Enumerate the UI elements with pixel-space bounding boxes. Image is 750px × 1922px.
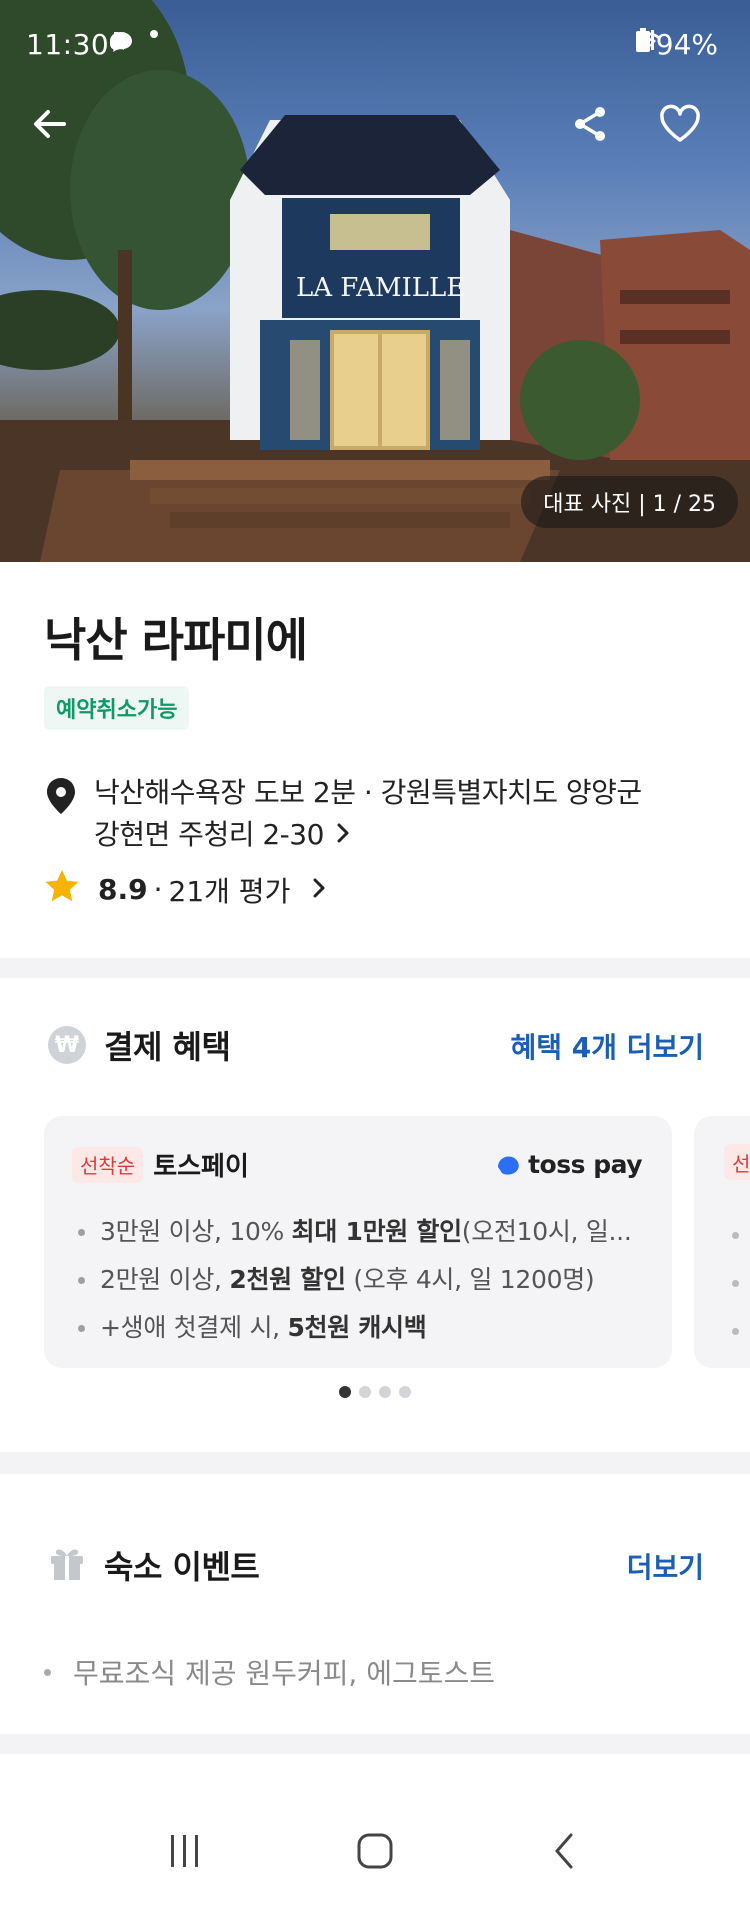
photo-counter[interactable]: 대표 사진 | 1 / 25: [521, 476, 738, 528]
listing-title: 낙산 라파미에: [44, 613, 308, 667]
property-events-section: 숙소 이벤트 더보기 무료조식 제공 원두커피, 에그토스트: [0, 1474, 750, 1734]
section-divider: [0, 1452, 750, 1474]
star-icon: [44, 868, 80, 911]
favorite-button[interactable]: [658, 104, 718, 164]
carousel-pagination: [0, 1386, 750, 1398]
section-title: 숙소 이벤트: [104, 1548, 260, 1586]
chevron-right-icon: [312, 873, 326, 906]
benefit-item: 3만원 이상, 10% 최대 1만원 할인(오전10시, 일...: [72, 1208, 652, 1256]
recent-apps-icon: [171, 1835, 198, 1867]
rating-count: 21개 평가: [168, 874, 291, 908]
share-icon: [575, 107, 605, 141]
status-time: 11:30: [26, 28, 110, 61]
first-come-badge: 선: [724, 1144, 750, 1180]
event-item: 무료조식 제공 원두커피, 에그토스트: [44, 1652, 495, 1692]
location-line-2: 강현면 주청리 2-30: [94, 818, 324, 851]
hero-photo[interactable]: LA FAMILLE 11:30 94% 대표 사진 | 1 / 25: [0, 0, 750, 562]
location-line-1: 낙산해수욕장 도보 2분 · 강원특별자치도 양양군: [94, 776, 642, 809]
home-icon: [357, 1833, 393, 1869]
page-dot-active[interactable]: [339, 1386, 351, 1398]
bullet: [732, 1328, 739, 1335]
rating-score: 8.9: [98, 873, 148, 906]
bullet: [732, 1232, 739, 1239]
system-back-button[interactable]: [525, 1811, 605, 1891]
benefit-card[interactable]: 선착순 토스페이 toss pay 3만원 이상, 10% 최대 1만원 할인(…: [44, 1116, 672, 1368]
page-dot[interactable]: [399, 1386, 411, 1398]
chevron-left-icon: [555, 1833, 573, 1869]
heart-icon: [660, 104, 700, 142]
benefit-provider: 토스페이: [153, 1152, 249, 1182]
section-title: 결제 혜택: [104, 1028, 231, 1066]
won-icon: ₩: [48, 1026, 86, 1064]
page-dot[interactable]: [379, 1386, 391, 1398]
system-nav-bar: [0, 1780, 750, 1922]
gift-icon: [48, 1544, 86, 1586]
benefit-card-next[interactable]: 선: [694, 1116, 750, 1368]
toss-icon: [498, 1155, 519, 1175]
chevron-right-icon: [336, 814, 350, 856]
battery-percent: 94%: [655, 28, 718, 61]
home-button[interactable]: [335, 1811, 415, 1891]
section-divider: [0, 1734, 750, 1754]
bullet: [732, 1280, 739, 1287]
events-more-link[interactable]: 더보기: [627, 1546, 704, 1586]
section-divider: [0, 958, 750, 978]
map-pin-icon: [44, 776, 82, 856]
tosspay-logo: toss pay: [496, 1150, 642, 1179]
benefit-item: 2만원 이상, 2천원 할인 (오후 4시, 일 1200명): [72, 1256, 652, 1304]
more-notifications-dot: [150, 30, 158, 38]
cancel-available-badge: 예약취소가능: [44, 686, 190, 730]
benefit-item: +생애 첫결제 시, 5천원 캐시백: [72, 1304, 652, 1352]
share-button[interactable]: [570, 104, 630, 164]
first-come-badge: 선착순: [72, 1146, 144, 1183]
page-dot[interactable]: [359, 1386, 371, 1398]
back-button[interactable]: [30, 104, 90, 164]
listing-info: 낙산 라파미에 예약취소가능 낙산해수욕장 도보 2분 · 강원특별자치도 양양…: [0, 562, 750, 958]
location-row[interactable]: 낙산해수욕장 도보 2분 · 강원특별자치도 양양군 강현면 주청리 2-30: [44, 772, 724, 856]
payment-benefits-section: ₩ 결제 혜택 혜택 4개 더보기 선착순 토스페이 toss pay 3만원 …: [0, 978, 750, 1452]
recent-apps-button[interactable]: [145, 1811, 225, 1891]
arrow-left-icon: [34, 110, 66, 138]
rating-row[interactable]: 8.9 · 21개 평가: [44, 868, 326, 911]
benefits-more-link[interactable]: 혜택 4개 더보기: [510, 1026, 704, 1066]
rating-separator: ·: [153, 873, 163, 906]
hotel-sign-text: LA FAMILLE: [296, 273, 465, 303]
status-bar: 11:30 94%: [0, 0, 750, 90]
